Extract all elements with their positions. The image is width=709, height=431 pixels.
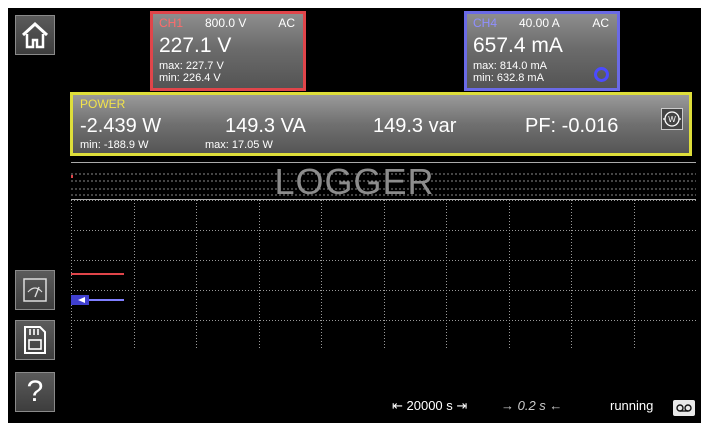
home-icon — [21, 21, 49, 49]
meter-button[interactable] — [15, 270, 55, 310]
channel-1-panel[interactable]: CH1 800.0 V AC 227.1 V max: 227.7 V min:… — [150, 11, 306, 91]
channel-4-name: CH4 — [473, 16, 498, 30]
power-active: -2.439 W — [80, 115, 162, 137]
logger-status: running — [610, 398, 654, 413]
channel-4-coupling: AC — [592, 16, 609, 30]
power-reactive: 149.3 var — [373, 115, 457, 137]
channel-1-name: CH1 — [159, 16, 184, 30]
logger-timespan[interactable]: ⇤ 20000 s ⇥ — [392, 398, 467, 414]
channel-4-ring-icon — [594, 67, 609, 82]
home-button[interactable] — [15, 15, 55, 55]
analog-meter-icon — [23, 278, 47, 302]
sd-card-icon — [24, 326, 46, 354]
channel-4-value: 657.4 mA — [473, 34, 563, 57]
record-button[interactable] — [673, 400, 695, 416]
tape-record-icon — [676, 404, 692, 412]
logger-interval[interactable]: → 0.2 s ← — [501, 398, 562, 413]
channel-4-max: max: 814.0 mA — [473, 60, 547, 72]
help-icon: ? — [26, 375, 44, 408]
save-button[interactable] — [15, 320, 55, 360]
channel-1-value: 227.1 V — [159, 34, 232, 57]
channel-4-panel[interactable]: CH4 40.00 A AC 657.4 mA max: 814.0 mA mi… — [464, 11, 620, 91]
power-title: POWER — [80, 97, 126, 111]
channel-1-max: max: 227.7 V — [159, 60, 224, 72]
power-factor: PF: -0.016 — [525, 115, 619, 137]
channel-4-min: min: 632.8 mA — [473, 72, 544, 84]
power-apparent: 149.3 VA — [225, 115, 306, 137]
power-active-min: min: -188.9 W — [80, 139, 149, 151]
channel-1-coupling: AC — [278, 16, 295, 30]
channel-4-range: 40.00 A — [519, 16, 560, 30]
help-button[interactable]: ? — [15, 372, 55, 412]
power-panel[interactable]: POWER -2.439 W 149.3 VA 149.3 var PF: -0… — [70, 92, 692, 156]
logger-plot-area[interactable] — [71, 200, 696, 350]
logger-title: LOGGER — [274, 161, 435, 202]
power-apparent-max: max: 17.05 W — [205, 139, 273, 151]
channel-1-range: 800.0 V — [205, 16, 247, 30]
scope-screen: CH1 800.0 V AC 227.1 V max: 227.7 V min:… — [8, 8, 701, 423]
channel-1-min: min: 226.4 V — [159, 72, 221, 84]
wattmeter-glyph: W — [668, 115, 676, 124]
power-mode-button[interactable]: W — [661, 108, 683, 130]
wattmeter-icon: W — [663, 111, 681, 127]
